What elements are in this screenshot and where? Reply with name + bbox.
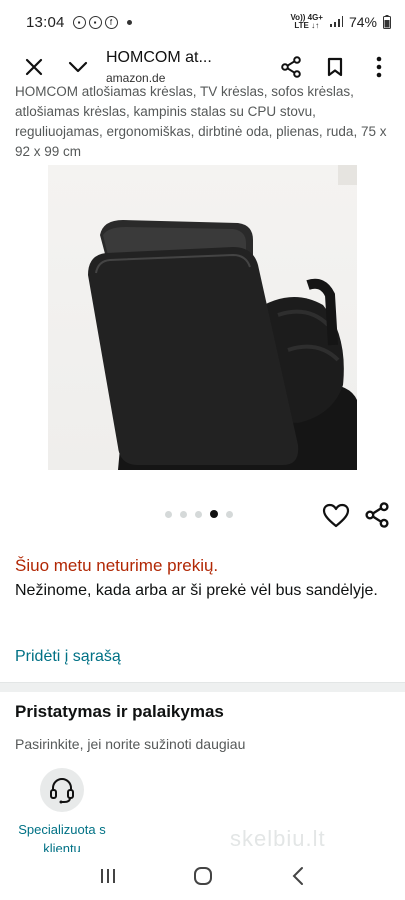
back-icon [292, 867, 303, 885]
share-icon [281, 56, 301, 78]
support-label: Specializuota s klientu [18, 822, 106, 852]
notification-icons: ▪ ▪ f [72, 15, 132, 29]
add-to-list-link[interactable]: Pridėti į sąrašą [15, 648, 121, 666]
out-of-stock-note: Nežinome, kada arba ar ši prekė vėl bus … [15, 582, 378, 599]
notification-icon: ▪ [72, 15, 86, 29]
delivery-section-title: Pristatymas ir palaikymas [15, 702, 224, 721]
status-time: 13:04 [26, 13, 65, 31]
share-product-button[interactable] [364, 502, 392, 530]
customer-support-item[interactable]: Specializuota s klientu [12, 768, 112, 852]
image-carousel-dots[interactable] [165, 510, 233, 518]
recent-apps-button[interactable] [88, 856, 128, 896]
delivery-section-subtitle: Pasirinkite, jei norite sužinoti daugiau [15, 736, 246, 752]
signal-icon [329, 16, 343, 27]
page-title-block: HOMCOM at... amazon.de [100, 49, 269, 85]
carousel-dot[interactable] [180, 510, 187, 518]
section-divider [0, 682, 405, 692]
facebook-icon: f [104, 15, 118, 29]
chevron-down-icon [68, 61, 88, 73]
bookmark-icon [327, 57, 343, 77]
wishlist-button[interactable] [322, 502, 350, 530]
out-of-stock-message: Šiuo metu neturime prekių. [15, 556, 219, 575]
carousel-dot[interactable] [195, 510, 202, 518]
recliner-chair-image [88, 165, 357, 470]
product-image[interactable] [48, 165, 357, 470]
system-nav-bar [0, 852, 405, 900]
heart-icon [322, 503, 350, 528]
battery-level: 74% [348, 14, 377, 30]
watermark: skelbiu.lt [230, 826, 326, 851]
home-icon [193, 867, 212, 885]
battery-icon [383, 15, 391, 29]
home-button[interactable] [183, 856, 223, 896]
notification-icon: ▪ [88, 15, 102, 29]
status-bar: 13:04 ▪ ▪ f Vo)) 4G+ LTE ↓↑ 74% [0, 0, 405, 44]
product-description: HOMCOM atlošiamas krėslas, TV krėslas, s… [15, 84, 387, 159]
more-notifications-dot [126, 19, 132, 25]
page-title: HOMCOM at... [106, 49, 212, 66]
more-vert-icon [376, 56, 382, 78]
carousel-dot-active[interactable] [210, 510, 218, 518]
headset-icon [50, 778, 74, 804]
back-button[interactable] [278, 856, 318, 896]
network-indicator: Vo)) 4G+ LTE ↓↑ [290, 13, 323, 30]
carousel-dot[interactable] [165, 510, 172, 518]
share-icon [365, 502, 389, 528]
recent-apps-icon [100, 869, 115, 883]
support-icon-circle [40, 768, 84, 812]
close-icon [25, 58, 43, 76]
carousel-dot[interactable] [226, 510, 233, 518]
